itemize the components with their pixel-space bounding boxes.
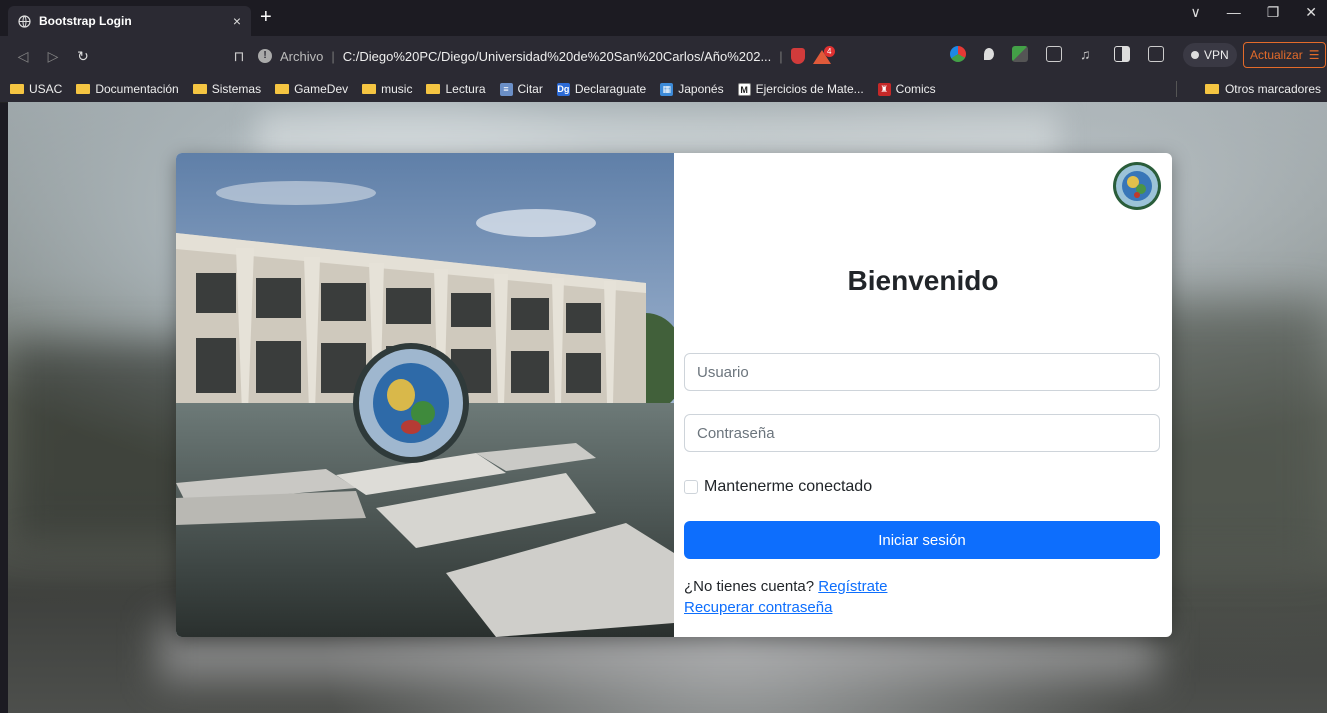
url-scheme-label: Archivo xyxy=(280,48,324,64)
navigation-bar: ◁ ▷ ↻ ⊓ ! Archivo | C:/Diego%20PC/Diego/… xyxy=(0,36,1327,76)
close-tab-icon[interactable]: × xyxy=(233,13,241,29)
bookmark-comics[interactable]: ♜ Comics xyxy=(877,82,936,96)
url-separator-end: | xyxy=(779,48,783,64)
bookmark-citar[interactable]: ≡ Citar xyxy=(499,82,543,96)
rewards-count-badge: 4 xyxy=(823,46,835,57)
bookmark-label: Citar xyxy=(517,82,543,96)
sidebar-icon[interactable] xyxy=(1114,46,1130,62)
globe-icon xyxy=(18,14,31,28)
login-form-panel: Bienvenido Mantenerme conectado Iniciar … xyxy=(674,153,1172,637)
page-background: Bienvenido Mantenerme conectado Iniciar … xyxy=(8,102,1327,713)
bookmark-sistemas[interactable]: Sistemas xyxy=(192,82,262,96)
bookmark-usac[interactable]: USAC xyxy=(10,82,62,96)
bookmark-label: Comics xyxy=(895,82,936,96)
browser-tab[interactable]: Bootstrap Login × xyxy=(8,6,251,36)
tab-title: Bootstrap Login xyxy=(39,14,132,28)
bookmark-lectura[interactable]: Lectura xyxy=(426,82,486,96)
campus-photo xyxy=(176,153,674,637)
extension-icons: ♫ xyxy=(950,46,1164,62)
folder-icon xyxy=(275,84,290,94)
bookmark-documentacion[interactable]: Documentación xyxy=(76,82,179,96)
bookmark-ejercicios[interactable]: M Ejercicios de Mate... xyxy=(737,82,864,96)
reload-icon[interactable]: ↻ xyxy=(68,48,98,65)
brave-rewards-icon[interactable]: 4 xyxy=(812,46,835,64)
declaraguate-icon: Dg xyxy=(556,82,570,96)
location-pin-icon[interactable] xyxy=(984,48,994,60)
bookmark-label: USAC xyxy=(29,82,63,96)
puzzle-icon[interactable] xyxy=(1046,46,1062,62)
bookmark-otros-marcadores[interactable]: Otros marcadores xyxy=(1204,82,1321,96)
usac-logo-icon xyxy=(1113,162,1161,210)
tab-bar: Bootstrap Login × + ∨ — ❐ ✕ xyxy=(0,0,1327,36)
remember-me-label[interactable]: Mantenerme conectado xyxy=(704,478,872,496)
comics-icon: ♜ xyxy=(877,82,891,96)
info-icon[interactable]: ! xyxy=(258,49,272,63)
chrome-ext-icon[interactable] xyxy=(950,46,966,62)
campus-building-image xyxy=(176,153,674,637)
welcome-heading: Bienvenido xyxy=(847,265,999,296)
login-button[interactable]: Iniciar sesión xyxy=(684,521,1160,559)
bookmarks-bar: USAC Documentación Sistemas GameDev musi… xyxy=(0,76,1327,103)
vpn-label: VPN xyxy=(1204,48,1229,62)
bookmark-japones[interactable]: ▦ Japonés xyxy=(660,82,724,96)
bookmark-label: Ejercicios de Mate... xyxy=(755,82,864,96)
remember-me-checkbox[interactable] xyxy=(684,480,698,494)
bookmark-label: Japonés xyxy=(678,82,724,96)
bookmark-declaraguate[interactable]: Dg Declaraguate xyxy=(556,82,647,96)
folder-icon xyxy=(10,84,24,94)
update-label: Actualizar xyxy=(1250,48,1303,62)
window-controls: ∨ — ❐ ✕ xyxy=(1190,4,1317,21)
update-button[interactable]: Actualizar ☰ xyxy=(1243,42,1327,68)
url-separator: | xyxy=(331,48,335,64)
minimize-icon[interactable]: — xyxy=(1227,4,1241,21)
m-icon: M xyxy=(737,82,751,96)
bookmark-music[interactable]: music xyxy=(362,82,412,96)
new-tab-button[interactable]: + xyxy=(260,6,272,29)
flag-ext-icon[interactable] xyxy=(1012,46,1028,62)
bookmark-label: Otros marcadores xyxy=(1224,82,1321,96)
brave-shield-icon[interactable] xyxy=(790,48,805,64)
back-icon[interactable]: ◁ xyxy=(8,48,38,65)
vpn-button[interactable]: VPN xyxy=(1183,43,1237,67)
url-text[interactable]: C:/Diego%20PC/Diego/Universidad%20de%20S… xyxy=(343,49,772,64)
bookmark-label: Lectura xyxy=(445,82,486,96)
register-link[interactable]: Regístrate xyxy=(818,578,887,595)
folder-icon xyxy=(1204,84,1219,94)
address-bar[interactable]: ! Archivo | C:/Diego%20PC/Diego/Universi… xyxy=(258,42,868,70)
folder-icon xyxy=(362,84,377,94)
folder-icon xyxy=(426,84,441,94)
bookmark-label: GameDev xyxy=(294,82,349,96)
folder-icon xyxy=(192,84,207,94)
tab-list-icon[interactable]: ∨ xyxy=(1190,4,1200,21)
bookmarks-divider xyxy=(1176,81,1177,97)
recover-password-link[interactable]: Recuperar contraseña xyxy=(684,599,832,616)
username-input[interactable] xyxy=(684,353,1160,391)
vpn-status-icon xyxy=(1191,51,1199,59)
bookmark-label: Documentación xyxy=(95,82,179,96)
password-input[interactable] xyxy=(684,414,1160,452)
bookmark-label: music xyxy=(381,82,413,96)
folder-icon xyxy=(76,84,91,94)
restore-icon[interactable]: ❐ xyxy=(1267,4,1280,21)
account-links: ¿No tienes cuenta? Regístrate Recuperar … xyxy=(684,576,887,618)
no-account-text: ¿No tienes cuenta? xyxy=(684,578,815,595)
menu-icon[interactable]: ☰ xyxy=(1309,48,1320,62)
music-note-icon[interactable]: ♫ xyxy=(1080,46,1096,62)
remember-me-row: Mantenerme conectado xyxy=(684,478,872,496)
login-card: Bienvenido Mantenerme conectado Iniciar … xyxy=(176,153,1172,637)
bookmark-label: Sistemas xyxy=(211,82,262,96)
bookmark-label: Declaraguate xyxy=(574,82,647,96)
japones-icon: ▦ xyxy=(660,82,674,96)
forward-icon[interactable]: ▷ xyxy=(38,48,68,65)
close-window-icon[interactable]: ✕ xyxy=(1305,4,1317,21)
bookmark-gamedev[interactable]: GameDev xyxy=(275,82,348,96)
citar-icon: ≡ xyxy=(499,82,513,96)
bookmark-page-icon[interactable]: ⊓ xyxy=(224,48,254,65)
wallet-icon[interactable] xyxy=(1148,46,1164,62)
